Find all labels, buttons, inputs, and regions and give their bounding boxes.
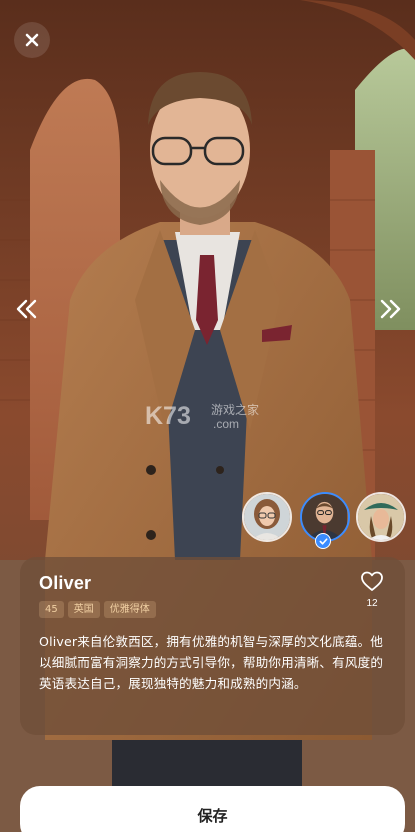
watermark-domain: .com [213,417,239,431]
profile-tags: 45 英国 优雅得体 [39,601,387,618]
save-button[interactable]: 保存 [20,786,405,832]
tag-country: 英国 [67,601,100,618]
profile-description: Oliver来自伦敦西区，拥有优雅的机智与深厚的文化底蕴。他以细腻而富有洞察力的… [39,634,384,691]
heart-icon [361,571,383,591]
tag-age: 45 [39,601,64,618]
double-chevron-left-icon [16,299,37,319]
character-screen: K73 游戏之家 .com Oliver 45 英国 优雅得体 Oliver来自… [0,0,415,832]
profile-card: Oliver 45 英国 优雅得体 Oliver来自伦敦西区，拥有优雅的机智与深… [20,557,405,735]
double-chevron-right-icon [380,299,401,319]
like-button[interactable]: 12 [359,570,385,609]
previous-character-button[interactable] [10,292,44,326]
next-character-button[interactable] [373,292,407,326]
tag-style: 优雅得体 [103,601,156,618]
selected-check-icon [315,533,331,549]
watermark-logo: K73 游戏之家 .com [145,402,259,431]
close-button[interactable] [14,22,50,58]
avatar-woman-glasses[interactable] [242,492,292,542]
like-count: 12 [366,598,378,609]
watermark-site: 游戏之家 [211,402,259,417]
avatar-woman-hat[interactable] [356,492,406,542]
profile-name: Oliver [39,573,92,593]
close-icon [25,33,39,47]
watermark-brand: K73 [145,402,191,430]
